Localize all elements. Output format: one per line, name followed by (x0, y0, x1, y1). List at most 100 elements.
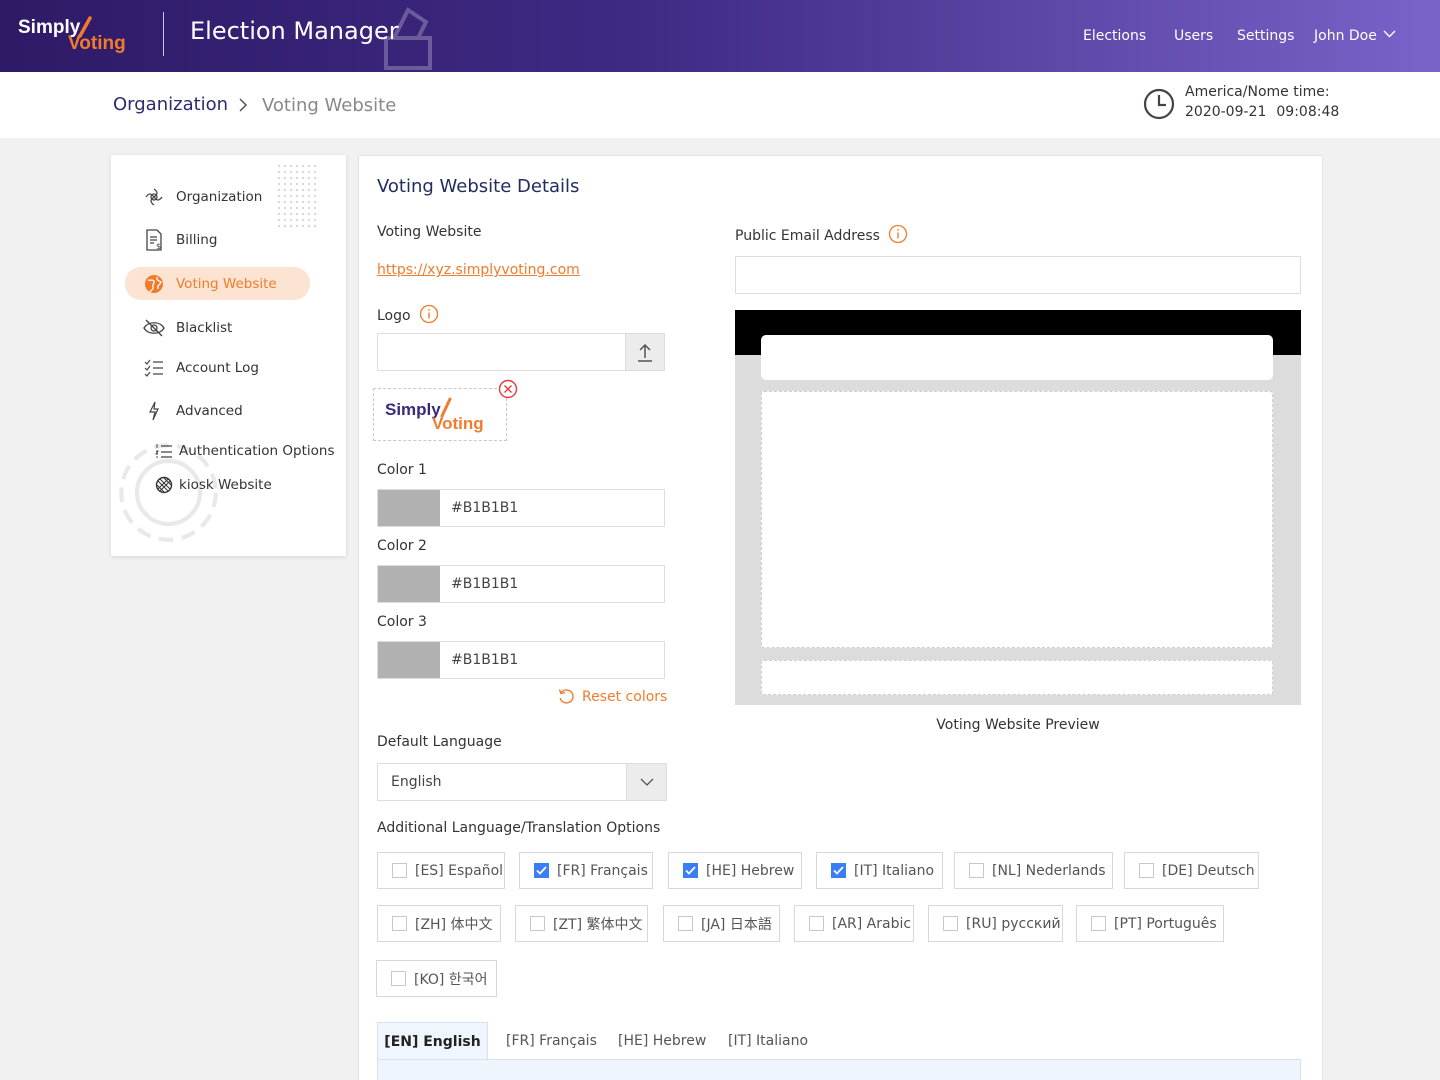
breadcrumb-bar: Organization Voting Website America/Nome… (0, 72, 1440, 138)
language-checkbox-nl[interactable]: [NL] Nederlands (954, 852, 1113, 889)
language-checkbox-zt[interactable]: [ZT] 繁体中文 (515, 905, 648, 942)
language-checkbox-he[interactable]: [HE] Hebrew (668, 852, 802, 889)
checklist-icon (143, 357, 165, 379)
checkbox-checked[interactable] (683, 863, 698, 878)
sidebar-item-advanced[interactable]: Advanced (125, 394, 243, 427)
checkbox-unchecked[interactable] (392, 863, 407, 878)
color-3-swatch[interactable] (378, 642, 440, 678)
checkbox-checked[interactable] (831, 863, 846, 878)
checkbox-unchecked[interactable] (1139, 863, 1154, 878)
sidebar-item-billing[interactable]: $ Billing (125, 223, 217, 256)
color-2-swatch[interactable] (378, 566, 440, 602)
logo-file-input[interactable] (377, 333, 665, 371)
numbered-list-icon (155, 440, 173, 462)
language-checkbox-fr[interactable]: [FR] Français (519, 852, 653, 889)
default-language-value: English (391, 774, 442, 790)
voting-website-url-link[interactable]: https://xyz.simplyvoting.com (377, 262, 580, 278)
language-checkbox-pt[interactable]: [PT] Português (1076, 905, 1224, 942)
language-checkbox-ko[interactable]: [KO] 한국어 (376, 960, 497, 997)
preview-caption: Voting Website Preview (936, 717, 1100, 733)
language-checkbox-it[interactable]: [IT] Italiano (816, 852, 943, 889)
chevron-down-icon (1383, 30, 1396, 38)
top-navigation-bar: Simply Voting Election Manager Elections… (0, 0, 1440, 72)
checkbox-unchecked[interactable] (392, 916, 407, 931)
sidebar-item-authentication-options[interactable]: Authentication Options (125, 434, 334, 467)
language-checkbox-zh[interactable]: [ZH] 体中文 (377, 905, 501, 942)
public-email-input[interactable] (735, 256, 1301, 294)
clock-icon (1143, 88, 1175, 120)
breadcrumb-organization[interactable]: Organization (113, 94, 228, 115)
settings-sidebar: Organization $ Billing Voting Website Bl… (111, 155, 346, 556)
tab-he[interactable]: [HE] Hebrew (618, 1022, 706, 1060)
header-divider (163, 12, 164, 56)
sidebar-item-account-log[interactable]: Account Log (125, 351, 259, 384)
user-menu[interactable]: John Doe (1314, 28, 1396, 44)
checkbox-checked[interactable] (534, 863, 549, 878)
color-2-value: #B1B1B1 (451, 576, 519, 592)
sidebar-item-organization[interactable]: Organization (125, 180, 262, 213)
checkbox-unchecked[interactable] (1091, 916, 1106, 931)
language-checkbox-ja[interactable]: [JA] 日本語 (663, 905, 780, 942)
app-title: Election Manager (190, 17, 399, 45)
eye-slash-icon (143, 317, 165, 339)
logo-label: Logo (377, 304, 439, 324)
svg-text:$: $ (156, 242, 161, 251)
language-checkbox-label: [AR] Arabic (832, 915, 912, 932)
language-checkbox-de[interactable]: [DE] Deutsch (1124, 852, 1259, 889)
language-checkbox-label: [HE] Hebrew (706, 862, 795, 879)
color-1-swatch[interactable] (378, 490, 440, 526)
language-checkbox-es[interactable]: [ES] Español (377, 852, 505, 889)
checkbox-unchecked[interactable] (678, 916, 693, 931)
color-1-value: #B1B1B1 (451, 500, 519, 516)
color-1-label: Color 1 (377, 462, 427, 478)
preview-content (761, 391, 1273, 648)
language-checkbox-label: [FR] Français (557, 862, 648, 879)
upload-button[interactable] (625, 334, 664, 370)
color-1-input[interactable]: #B1B1B1 (377, 489, 665, 527)
remove-logo-close-icon[interactable] (498, 379, 518, 399)
default-language-select[interactable]: English (377, 763, 667, 801)
billing-icon: $ (143, 228, 165, 251)
sidebar-item-label: Billing (176, 231, 218, 248)
panel-title: Voting Website Details (377, 176, 580, 197)
voting-website-details-panel: Voting Website Details Voting Website ht… (358, 155, 1323, 1080)
reset-colors-button[interactable]: Reset colors (558, 688, 667, 705)
preview-banner (761, 335, 1273, 380)
checkbox-unchecked[interactable] (969, 863, 984, 878)
default-language-label: Default Language (377, 734, 502, 750)
checkbox-unchecked[interactable] (530, 916, 545, 931)
language-tabs: [EN] English [FR] Français [HE] Hebrew [… (377, 1022, 1301, 1080)
checkmark-icon (685, 866, 696, 875)
timezone-date: 2020-09-21 (1185, 104, 1267, 120)
info-icon[interactable] (419, 304, 439, 324)
globe-icon (143, 273, 165, 295)
color-3-input[interactable]: #B1B1B1 (377, 641, 665, 679)
simply-voting-logo[interactable]: Simply Voting (18, 16, 138, 56)
tab-content (377, 1059, 1301, 1080)
nav-elections[interactable]: Elections (1083, 28, 1146, 44)
color-3-label: Color 3 (377, 614, 427, 630)
tab-en[interactable]: [EN] English (377, 1022, 488, 1060)
sidebar-item-label: Blacklist (176, 319, 233, 336)
sidebar-item-blacklist[interactable]: Blacklist (125, 311, 232, 344)
dot-pattern-decoration (276, 163, 320, 231)
language-checkbox-ar[interactable]: [AR] Arabic (794, 905, 914, 942)
color-3-value: #B1B1B1 (451, 652, 519, 668)
checkbox-unchecked[interactable] (943, 916, 958, 931)
sidebar-item-voting-website[interactable]: Voting Website (125, 267, 310, 300)
tab-it[interactable]: [IT] Italiano (728, 1022, 808, 1060)
language-checkbox-label: [ES] Español (415, 862, 504, 879)
tab-fr[interactable]: [FR] Français (506, 1022, 597, 1060)
checkmark-icon (536, 866, 547, 875)
checkbox-unchecked[interactable] (391, 971, 406, 986)
sidebar-item-kiosk-website[interactable]: kiosk Website (125, 468, 272, 501)
timezone-time: 09:08:48 (1276, 104, 1340, 120)
organization-icon (143, 186, 165, 208)
checkbox-unchecked[interactable] (809, 916, 824, 931)
select-caret[interactable] (626, 764, 666, 800)
language-checkbox-ru[interactable]: [RU] русский (928, 905, 1063, 942)
color-2-input[interactable]: #B1B1B1 (377, 565, 665, 603)
info-icon[interactable] (888, 224, 908, 244)
nav-settings[interactable]: Settings (1237, 28, 1294, 44)
nav-users[interactable]: Users (1174, 28, 1213, 44)
